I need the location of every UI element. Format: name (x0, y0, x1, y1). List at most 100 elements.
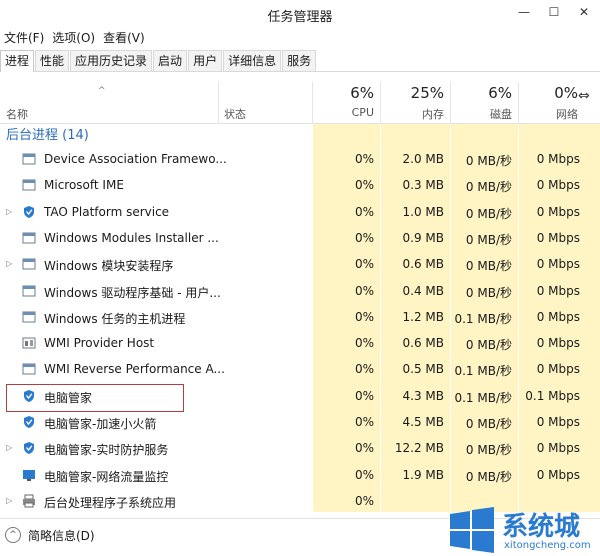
menu-options[interactable]: 选项(O) (48, 30, 99, 48)
tab-startup[interactable]: 启动 (153, 50, 188, 71)
tab-users[interactable]: 用户 (188, 50, 223, 71)
sort-arrow-icon: ^ (98, 86, 106, 96)
column-separator[interactable] (312, 82, 313, 124)
tab-details[interactable]: 详细信息 (223, 50, 282, 71)
network-value: 0 Mbps (536, 309, 580, 324)
process-list: 后台进程 (14) Device Association Framewo... 0… (0, 124, 600, 512)
process-row[interactable]: Windows 任务的主机进程 0% 1.2 MB 0.1 MB/秒 0 Mbps (0, 304, 600, 330)
disk-value: 0 MB/秒 (465, 338, 512, 353)
column-memory[interactable]: 内存 (384, 106, 444, 122)
maximize-button[interactable]: ☐ (540, 0, 568, 24)
tab-services[interactable]: 服务 (282, 50, 317, 71)
column-header: ^ 名称 状态 6% CPU 25% 内存 6% 磁盘 0% 网络 ⇔ (0, 72, 600, 124)
disk-value: 0 MB/秒 (465, 154, 512, 168)
group-background-processes[interactable]: 后台进程 (14) (6, 124, 89, 143)
cpu-value: 0% (354, 283, 374, 298)
column-name[interactable]: 名称 (6, 106, 28, 122)
shield-icon (22, 205, 36, 219)
column-disk[interactable]: 磁盘 (454, 106, 512, 122)
cpu-value: 0% (354, 309, 374, 324)
memory-value: 12.2 MB (394, 441, 444, 456)
process-name: Windows 任务的主机进程 (44, 311, 186, 326)
process-row[interactable]: Windows Modules Installer ... 0% 0.9 MB 0 M… (0, 225, 600, 251)
process-row[interactable]: 电脑管家-网络流量监控 0% 1.9 MB 0 MB/秒 0 Mbps (0, 462, 600, 488)
column-separator[interactable] (218, 82, 219, 124)
process-name: 电脑管家-网络流量监控 (44, 469, 169, 484)
network-value: 0 Mbps (536, 362, 580, 377)
column-cpu[interactable]: CPU (318, 106, 374, 119)
cpu-value: 0% (354, 493, 374, 508)
network-value: 0 Mbps (536, 178, 580, 193)
cpu-value: 0% (354, 388, 374, 403)
cpu-value: 0% (354, 441, 374, 456)
network-value: 0 Mbps (536, 336, 580, 351)
network-value: 0 Mbps (536, 152, 580, 166)
printer-icon (22, 494, 36, 508)
process-row[interactable]: ▷ 电脑管家-实时防护服务 0% 12.2 MB 0 MB/秒 0 Mbps (0, 435, 600, 461)
process-name: Device Association Framewo... (44, 152, 227, 166)
process-name: TAO Platform service (44, 204, 170, 219)
menu-file[interactable]: 文件(F) (0, 30, 48, 48)
process-row[interactable]: WMI Reverse Performance A... 0% 0.5 MB 0.1 … (0, 356, 600, 382)
memory-value: 1.2 MB (402, 309, 444, 324)
network-value: 0 Mbps (536, 257, 580, 272)
disk-value: 0 MB/秒 (465, 443, 512, 458)
menu-bar: 文件(F) 选项(O) 查看(V) (0, 30, 600, 48)
close-button[interactable]: ✕ (568, 0, 600, 24)
expand-arrow-icon[interactable]: ▷ (6, 259, 12, 268)
disk-value: 0 MB/秒 (465, 469, 512, 484)
network-value: 0 Mbps (536, 415, 580, 429)
network-value: 0 Mbps (536, 467, 580, 482)
watermark-name: 系统城 (502, 512, 581, 542)
monitor-icon (22, 468, 36, 482)
network-percent: 0% (554, 84, 578, 102)
cpu-value: 0% (354, 178, 374, 193)
column-separator[interactable] (518, 82, 519, 124)
network-value: 0 Mbps (536, 230, 580, 245)
process-name: 后台处理程序子系统应用 (44, 495, 177, 510)
disk-value: 0.1 MB/秒 (454, 390, 512, 405)
process-row[interactable]: Windows 驱动程序基础 - 用户... 0% 0.4 MB 0 MB/秒 0 Mb… (0, 278, 600, 304)
column-network[interactable]: 网络 (522, 106, 578, 122)
cpu-percent: 6% (350, 84, 374, 102)
process-row[interactable]: Device Association Framewo... 0% 2.0 MB 0 M… (0, 146, 600, 172)
memory-value: 1.0 MB (402, 204, 444, 219)
process-row[interactable]: WMI Provider Host 0% 0.6 MB 0 MB/秒 0 Mbps (0, 330, 600, 356)
column-separator[interactable] (450, 82, 451, 124)
cpu-value: 0% (354, 230, 374, 245)
tab-app-history[interactable]: 应用历史记录 (70, 50, 153, 71)
watermark-url: xitongcheng.com (504, 540, 591, 551)
menu-view[interactable]: 查看(V) (99, 30, 149, 48)
process-row[interactable]: 电脑管家-加速小火箭 0% 4.5 MB 0 MB/秒 0 Mbps (0, 409, 600, 435)
fewer-details-button[interactable]: 简略信息(D) (28, 527, 95, 544)
memory-value: 0.4 MB (402, 283, 444, 298)
annotation-highlight-box (6, 384, 184, 412)
chevron-up-icon[interactable]: ^ (5, 527, 21, 543)
column-resize-icon[interactable]: ⇔ (578, 88, 590, 104)
process-row[interactable]: ▷ Windows 模块安装程序 0% 0.6 MB 0 MB/秒 0 Mbps (0, 251, 600, 277)
network-value: 0.1 Mbps (525, 388, 580, 403)
process-name: 电脑管家-加速小火箭 (44, 417, 157, 431)
process-name: Windows Modules Installer ... (44, 230, 219, 245)
title-bar: 任务管理器 — ☐ ✕ (0, 0, 600, 30)
column-separator[interactable] (380, 82, 381, 124)
window-app-icon (22, 362, 36, 376)
windows-logo-icon (450, 507, 494, 553)
process-row[interactable]: ▷ TAO Platform service 0% 1.0 MB 0 MB/秒 0 Mbp… (0, 199, 600, 225)
expand-arrow-icon[interactable]: ▷ (6, 207, 12, 216)
minimize-button[interactable]: — (510, 0, 538, 24)
process-row[interactable]: Microsoft IME 0% 0.3 MB 0 MB/秒 0 Mbps (0, 172, 600, 198)
memory-value: 0.6 MB (402, 257, 444, 272)
disk-value: 0.1 MB/秒 (454, 311, 512, 326)
process-name: Microsoft IME (44, 178, 124, 193)
shield-icon (22, 441, 36, 455)
tab-processes[interactable]: 进程 (0, 50, 35, 72)
watermark-logo: 系统城 xitongcheng.com (444, 504, 600, 556)
expand-arrow-icon[interactable]: ▷ (6, 443, 12, 452)
expand-arrow-icon[interactable]: ▷ (6, 496, 12, 505)
column-status[interactable]: 状态 (224, 106, 246, 122)
disk-value: 0 MB/秒 (465, 417, 512, 431)
shield-icon (22, 415, 36, 429)
cpu-value: 0% (354, 467, 374, 482)
tab-performance[interactable]: 性能 (35, 50, 70, 71)
